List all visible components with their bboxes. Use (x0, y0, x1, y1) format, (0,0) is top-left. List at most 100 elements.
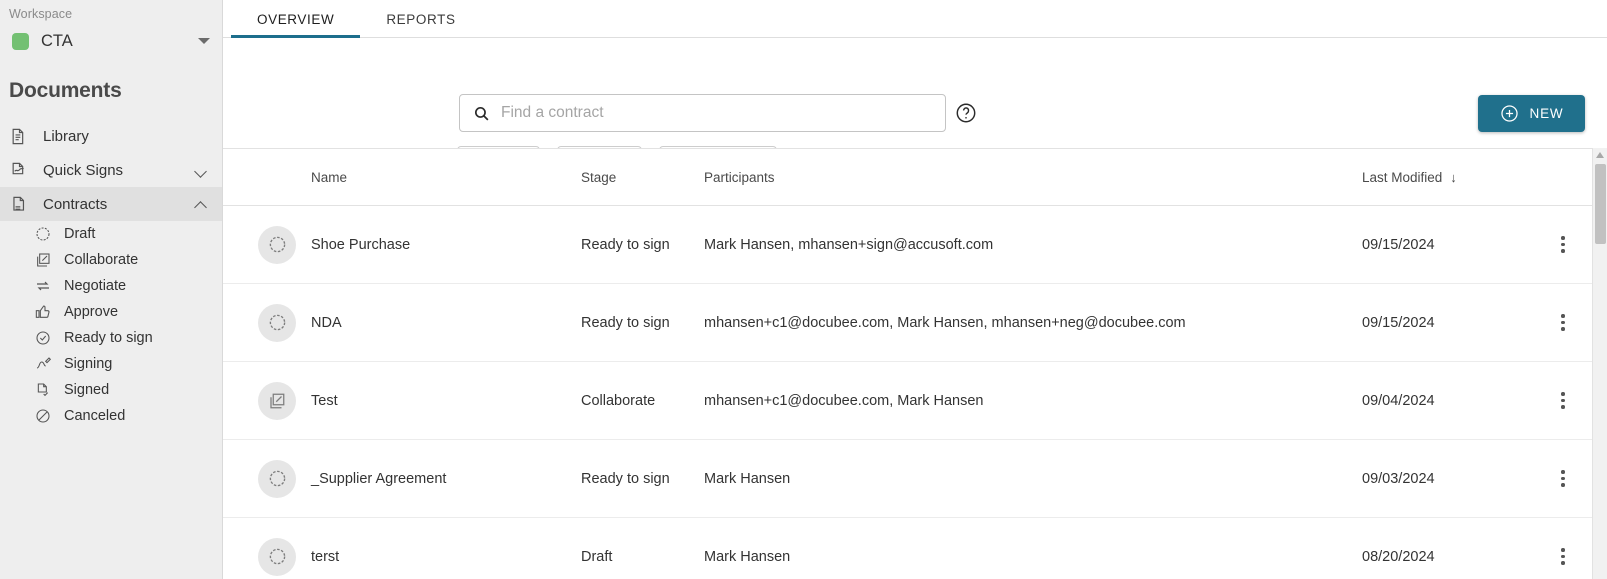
row-stage: Collaborate (581, 392, 656, 409)
sidebar-subitem-label: Signing (64, 356, 113, 372)
header-stage[interactable]: Stage (581, 170, 704, 185)
main-content: OVERVIEW REPORTS DATE (223, 0, 1607, 579)
sidebar-item-label: Contracts (43, 195, 108, 213)
vertical-scrollbar[interactable] (1592, 148, 1607, 579)
sidebar-subitem-label: Negotiate (64, 278, 127, 294)
sidebar-item-negotiate[interactable]: Negotiate (0, 273, 222, 299)
plus-circle-icon (1500, 104, 1519, 123)
sidebar-item-quick-signs[interactable]: Quick Signs (0, 153, 222, 187)
sidebar-item-library[interactable]: Library (0, 119, 222, 153)
help-circle-icon[interactable] (955, 102, 977, 124)
row-last-modified: 09/15/2024 (1362, 236, 1435, 253)
toolbar: DATE TAGS METADATA NEW (223, 38, 1607, 176)
row-status-badge-cell (223, 381, 311, 420)
row-kebab-menu-icon[interactable] (1551, 311, 1575, 335)
ready-to-sign-icon (258, 225, 296, 264)
row-last-modified: 08/20/2024 (1362, 548, 1435, 565)
row-kebab-menu-icon[interactable] (1551, 545, 1575, 569)
row-last-modified: 09/15/2024 (1362, 314, 1435, 331)
negotiate-icon (34, 277, 52, 295)
sidebar-item-signed[interactable]: Signed (0, 377, 222, 403)
row-participants: Mark Hansen, mhansen+sign@accusoft.com (704, 236, 994, 253)
sidebar-item-draft[interactable]: Draft (0, 221, 222, 247)
row-name: Shoe Purchase (311, 236, 411, 253)
chevron-down-icon (195, 164, 208, 177)
row-last-modified: 09/04/2024 (1362, 392, 1435, 409)
table-row[interactable]: terst Draft Mark Hansen 08/20/2024 (223, 518, 1607, 579)
sidebar-item-approve[interactable]: Approve (0, 299, 222, 325)
row-stage: Ready to sign (581, 470, 670, 487)
chevron-up-icon (195, 198, 208, 211)
header-participants[interactable]: Participants (704, 170, 1362, 185)
row-name: NDA (311, 314, 342, 331)
row-last-modified: 09/03/2024 (1362, 470, 1435, 487)
chevron-down-icon (198, 38, 210, 44)
contracts-icon (9, 194, 30, 215)
ready-to-sign-icon (34, 329, 52, 347)
workspace-label: Workspace (9, 7, 73, 21)
collaborate-icon (34, 251, 52, 269)
workspace-selector[interactable]: CTA (0, 25, 222, 57)
sidebar-item-canceled[interactable]: Canceled (0, 403, 222, 429)
search-box[interactable] (459, 94, 946, 132)
row-participants: mhansen+c1@docubee.com, Mark Hansen (704, 392, 984, 409)
sidebar-item-ready-to-sign[interactable]: Ready to sign (0, 325, 222, 351)
sidebar-subitem-label: Canceled (64, 408, 126, 424)
sidebar-item-collaborate[interactable]: Collaborate (0, 247, 222, 273)
workspace-name: CTA (41, 31, 73, 50)
sidebar-item-contracts[interactable]: Contracts (0, 187, 222, 221)
row-participants: Mark Hansen (704, 548, 791, 565)
sidebar-nav: Library Quick Signs Contracts Draft Coll… (0, 119, 222, 429)
scroll-up-arrow-icon[interactable] (1596, 152, 1604, 158)
sidebar: Workspace CTA Documents Library Quick Si… (0, 0, 223, 579)
row-status-badge-cell (223, 537, 311, 576)
sidebar-subitem-label: Signed (64, 382, 110, 398)
sidebar-subitem-label: Ready to sign (64, 330, 153, 346)
row-kebab-menu-icon[interactable] (1551, 233, 1575, 257)
row-status-badge-cell (223, 303, 311, 342)
search-icon (473, 105, 490, 122)
tab-reports[interactable]: REPORTS (360, 12, 481, 37)
ready-to-sign-icon (258, 459, 296, 498)
sidebar-subitem-label: Approve (64, 304, 119, 320)
library-icon (9, 126, 30, 147)
row-stage: Ready to sign (581, 236, 670, 253)
row-kebab-menu-icon[interactable] (1551, 467, 1575, 491)
header-last-modified[interactable]: Last Modified ↓ (1362, 170, 1537, 185)
signed-icon (34, 381, 52, 399)
table-row[interactable]: Shoe Purchase Ready to sign Mark Hansen,… (223, 206, 1607, 284)
sidebar-subnav-contracts: Draft Collaborate Negotiate Approve Read… (0, 221, 222, 429)
row-participants: Mark Hansen (704, 470, 791, 487)
draft-icon (34, 225, 52, 243)
collaborate-icon (258, 381, 296, 420)
search-input[interactable] (501, 104, 945, 122)
tab-bar: OVERVIEW REPORTS (223, 0, 1607, 38)
sidebar-subitem-label: Collaborate (64, 252, 139, 268)
row-status-badge-cell (223, 225, 311, 264)
contracts-table: Name Stage Participants Last Modified ↓ S… (223, 148, 1607, 579)
ready-to-sign-icon (258, 537, 296, 576)
row-stage: Ready to sign (581, 314, 670, 331)
row-name: _Supplier Agreement (311, 470, 447, 487)
sidebar-item-label: Library (43, 127, 89, 145)
sort-descending-icon: ↓ (1450, 169, 1457, 185)
row-kebab-menu-icon[interactable] (1551, 389, 1575, 413)
canceled-icon (34, 407, 52, 425)
header-name[interactable]: Name (311, 170, 581, 185)
workspace-color-dot (12, 32, 29, 50)
header-last-modified-label: Last Modified (1362, 169, 1443, 185)
table-row[interactable]: Test Collaborate mhansen+c1@docubee.com,… (223, 362, 1607, 440)
sidebar-item-signing[interactable]: Signing (0, 351, 222, 377)
page-title: Documents (9, 79, 122, 102)
new-button[interactable]: NEW (1478, 95, 1585, 132)
table-row[interactable]: NDA Ready to sign mhansen+c1@docubee.com… (223, 284, 1607, 362)
scrollbar-thumb[interactable] (1595, 164, 1606, 244)
row-name: Test (311, 392, 338, 409)
table-row[interactable]: _Supplier Agreement Ready to sign Mark H… (223, 440, 1607, 518)
row-name: terst (311, 548, 340, 565)
new-button-label: NEW (1529, 106, 1564, 121)
sidebar-item-label: Quick Signs (43, 161, 124, 179)
tab-overview[interactable]: OVERVIEW (231, 12, 361, 38)
row-stage: Draft (581, 548, 613, 565)
signing-icon (34, 355, 52, 373)
